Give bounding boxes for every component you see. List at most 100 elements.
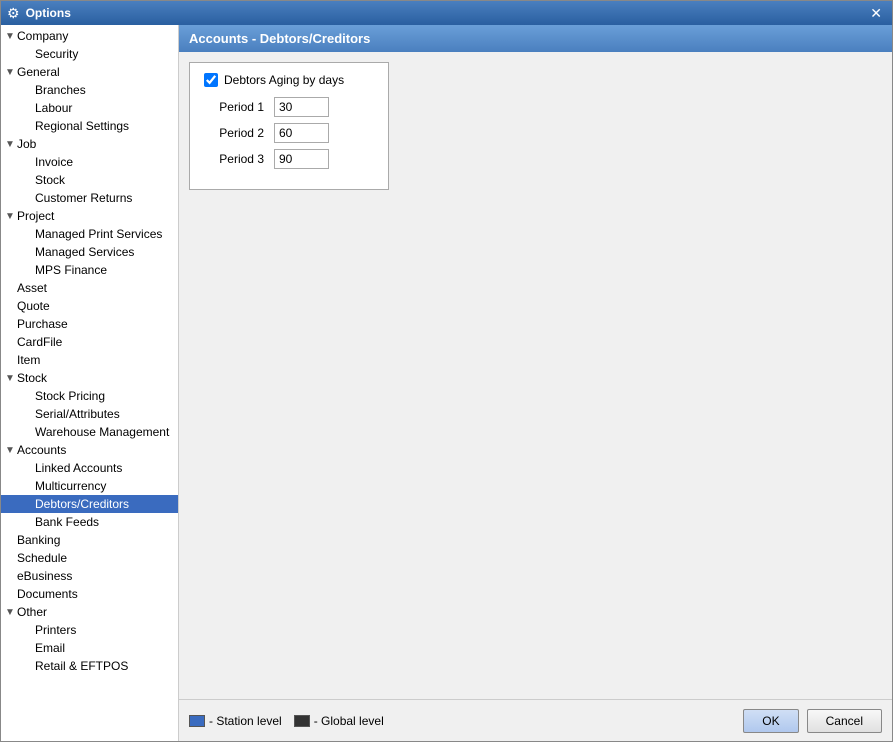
toggle-icon-general: ▼ — [3, 67, 17, 78]
sidebar-item-debtors-creditors[interactable]: Debtors/Creditors — [1, 495, 178, 513]
toggle-icon-stock: ▼ — [3, 373, 17, 384]
sidebar-item-managed-services[interactable]: Managed Services — [1, 243, 178, 261]
title-bar: ⚙ Options ✕ — [1, 1, 892, 25]
footer-legend: - Station level - Global level — [189, 714, 384, 728]
sidebar-item-project[interactable]: ▼Project — [1, 207, 178, 225]
sidebar-item-labour[interactable]: Labour — [1, 99, 178, 117]
sidebar-label-accounts: Accounts — [17, 443, 174, 457]
close-button[interactable]: ✕ — [866, 5, 886, 22]
title-bar-left: ⚙ Options — [7, 5, 71, 22]
global-level-box — [294, 715, 310, 727]
sidebar-item-printers[interactable]: Printers — [1, 621, 178, 639]
sidebar-item-asset[interactable]: Asset — [1, 279, 178, 297]
sidebar-item-regional-settings[interactable]: Regional Settings — [1, 117, 178, 135]
sidebar-label-purchase: Purchase — [17, 317, 174, 331]
period2-row: Period 2 — [204, 123, 374, 143]
sidebar-item-serial-attributes[interactable]: Serial/Attributes — [1, 405, 178, 423]
panel-header: Accounts - Debtors/Creditors — [179, 25, 892, 52]
sidebar-item-quote[interactable]: Quote — [1, 297, 178, 315]
sidebar-label-bank-feeds: Bank Feeds — [35, 515, 174, 529]
footer-buttons: OK Cancel — [743, 709, 882, 733]
period2-input[interactable] — [274, 123, 329, 143]
toggle-icon-other: ▼ — [3, 607, 17, 618]
footer: - Station level - Global level OK Cancel — [179, 699, 892, 741]
sidebar-label-warehouse-management: Warehouse Management — [35, 425, 174, 439]
sidebar-label-debtors-creditors: Debtors/Creditors — [35, 497, 174, 511]
sidebar-item-mps-finance[interactable]: MPS Finance — [1, 261, 178, 279]
sidebar-label-customer-returns: Customer Returns — [35, 191, 174, 205]
sidebar-label-cardfile: CardFile — [17, 335, 174, 349]
sidebar-label-stock-job: Stock — [35, 173, 174, 187]
window-icon: ⚙ — [7, 5, 20, 22]
sidebar-item-job[interactable]: ▼Job — [1, 135, 178, 153]
options-window: ⚙ Options ✕ ▼CompanySecurity▼GeneralBran… — [0, 0, 893, 742]
period1-input[interactable] — [274, 97, 329, 117]
station-level-box — [189, 715, 205, 727]
sidebar-item-general[interactable]: ▼General — [1, 63, 178, 81]
sidebar-label-asset: Asset — [17, 281, 174, 295]
sidebar-label-security: Security — [35, 47, 174, 61]
sidebar-item-customer-returns[interactable]: Customer Returns — [1, 189, 178, 207]
sidebar-label-email: Email — [35, 641, 174, 655]
sidebar-item-accounts[interactable]: ▼Accounts — [1, 441, 178, 459]
period3-label: Period 3 — [204, 152, 264, 166]
form-box: Debtors Aging by days Period 1 Period 2 … — [189, 62, 389, 190]
sidebar-label-banking: Banking — [17, 533, 174, 547]
sidebar-label-managed-services: Managed Services — [35, 245, 174, 259]
toggle-icon-company: ▼ — [3, 31, 17, 42]
period2-label: Period 2 — [204, 126, 264, 140]
sidebar-item-stock[interactable]: ▼Stock — [1, 369, 178, 387]
toggle-icon-accounts: ▼ — [3, 445, 17, 456]
sidebar-item-cardfile[interactable]: CardFile — [1, 333, 178, 351]
period3-input[interactable] — [274, 149, 329, 169]
sidebar-label-item: Item — [17, 353, 174, 367]
global-level-legend: - Global level — [294, 714, 384, 728]
sidebar-item-stock-pricing[interactable]: Stock Pricing — [1, 387, 178, 405]
debtors-aging-checkbox[interactable] — [204, 73, 218, 87]
sidebar-item-other[interactable]: ▼Other — [1, 603, 178, 621]
sidebar-item-warehouse-management[interactable]: Warehouse Management — [1, 423, 178, 441]
sidebar-item-bank-feeds[interactable]: Bank Feeds — [1, 513, 178, 531]
main-content: Accounts - Debtors/Creditors Debtors Agi… — [179, 25, 892, 741]
sidebar-item-ebusiness[interactable]: eBusiness — [1, 567, 178, 585]
sidebar-label-stock-pricing: Stock Pricing — [35, 389, 174, 403]
sidebar-item-retail-eftpos[interactable]: Retail & EFTPOS — [1, 657, 178, 675]
sidebar-item-schedule[interactable]: Schedule — [1, 549, 178, 567]
sidebar-item-managed-print-services[interactable]: Managed Print Services — [1, 225, 178, 243]
sidebar-label-company: Company — [17, 29, 174, 43]
toggle-icon-job: ▼ — [3, 139, 17, 150]
sidebar-item-documents[interactable]: Documents — [1, 585, 178, 603]
sidebar-item-company[interactable]: ▼Company — [1, 27, 178, 45]
period1-label: Period 1 — [204, 100, 264, 114]
sidebar-item-linked-accounts[interactable]: Linked Accounts — [1, 459, 178, 477]
sidebar-item-multicurrency[interactable]: Multicurrency — [1, 477, 178, 495]
sidebar-label-mps-finance: MPS Finance — [35, 263, 174, 277]
sidebar-item-invoice[interactable]: Invoice — [1, 153, 178, 171]
cancel-button[interactable]: Cancel — [807, 709, 882, 733]
checkbox-row: Debtors Aging by days — [204, 73, 374, 87]
ok-button[interactable]: OK — [743, 709, 798, 733]
sidebar-item-stock-job[interactable]: Stock — [1, 171, 178, 189]
sidebar-label-managed-print-services: Managed Print Services — [35, 227, 174, 241]
sidebar-item-purchase[interactable]: Purchase — [1, 315, 178, 333]
sidebar-label-multicurrency: Multicurrency — [35, 479, 174, 493]
sidebar-label-serial-attributes: Serial/Attributes — [35, 407, 174, 421]
sidebar-item-security[interactable]: Security — [1, 45, 178, 63]
window-title: Options — [26, 6, 71, 20]
debtors-aging-label: Debtors Aging by days — [224, 73, 344, 87]
sidebar-label-retail-eftpos: Retail & EFTPOS — [35, 659, 174, 673]
panel-body: Debtors Aging by days Period 1 Period 2 … — [179, 52, 892, 699]
sidebar-item-item[interactable]: Item — [1, 351, 178, 369]
station-level-label: - Station level — [209, 714, 282, 728]
sidebar-label-other: Other — [17, 605, 174, 619]
sidebar-label-quote: Quote — [17, 299, 174, 313]
sidebar-label-printers: Printers — [35, 623, 174, 637]
sidebar-item-branches[interactable]: Branches — [1, 81, 178, 99]
period1-row: Period 1 — [204, 97, 374, 117]
sidebar-item-banking[interactable]: Banking — [1, 531, 178, 549]
sidebar-label-general: General — [17, 65, 174, 79]
sidebar-item-email[interactable]: Email — [1, 639, 178, 657]
global-level-label: - Global level — [314, 714, 384, 728]
sidebar-label-regional-settings: Regional Settings — [35, 119, 174, 133]
toggle-icon-project: ▼ — [3, 211, 17, 222]
